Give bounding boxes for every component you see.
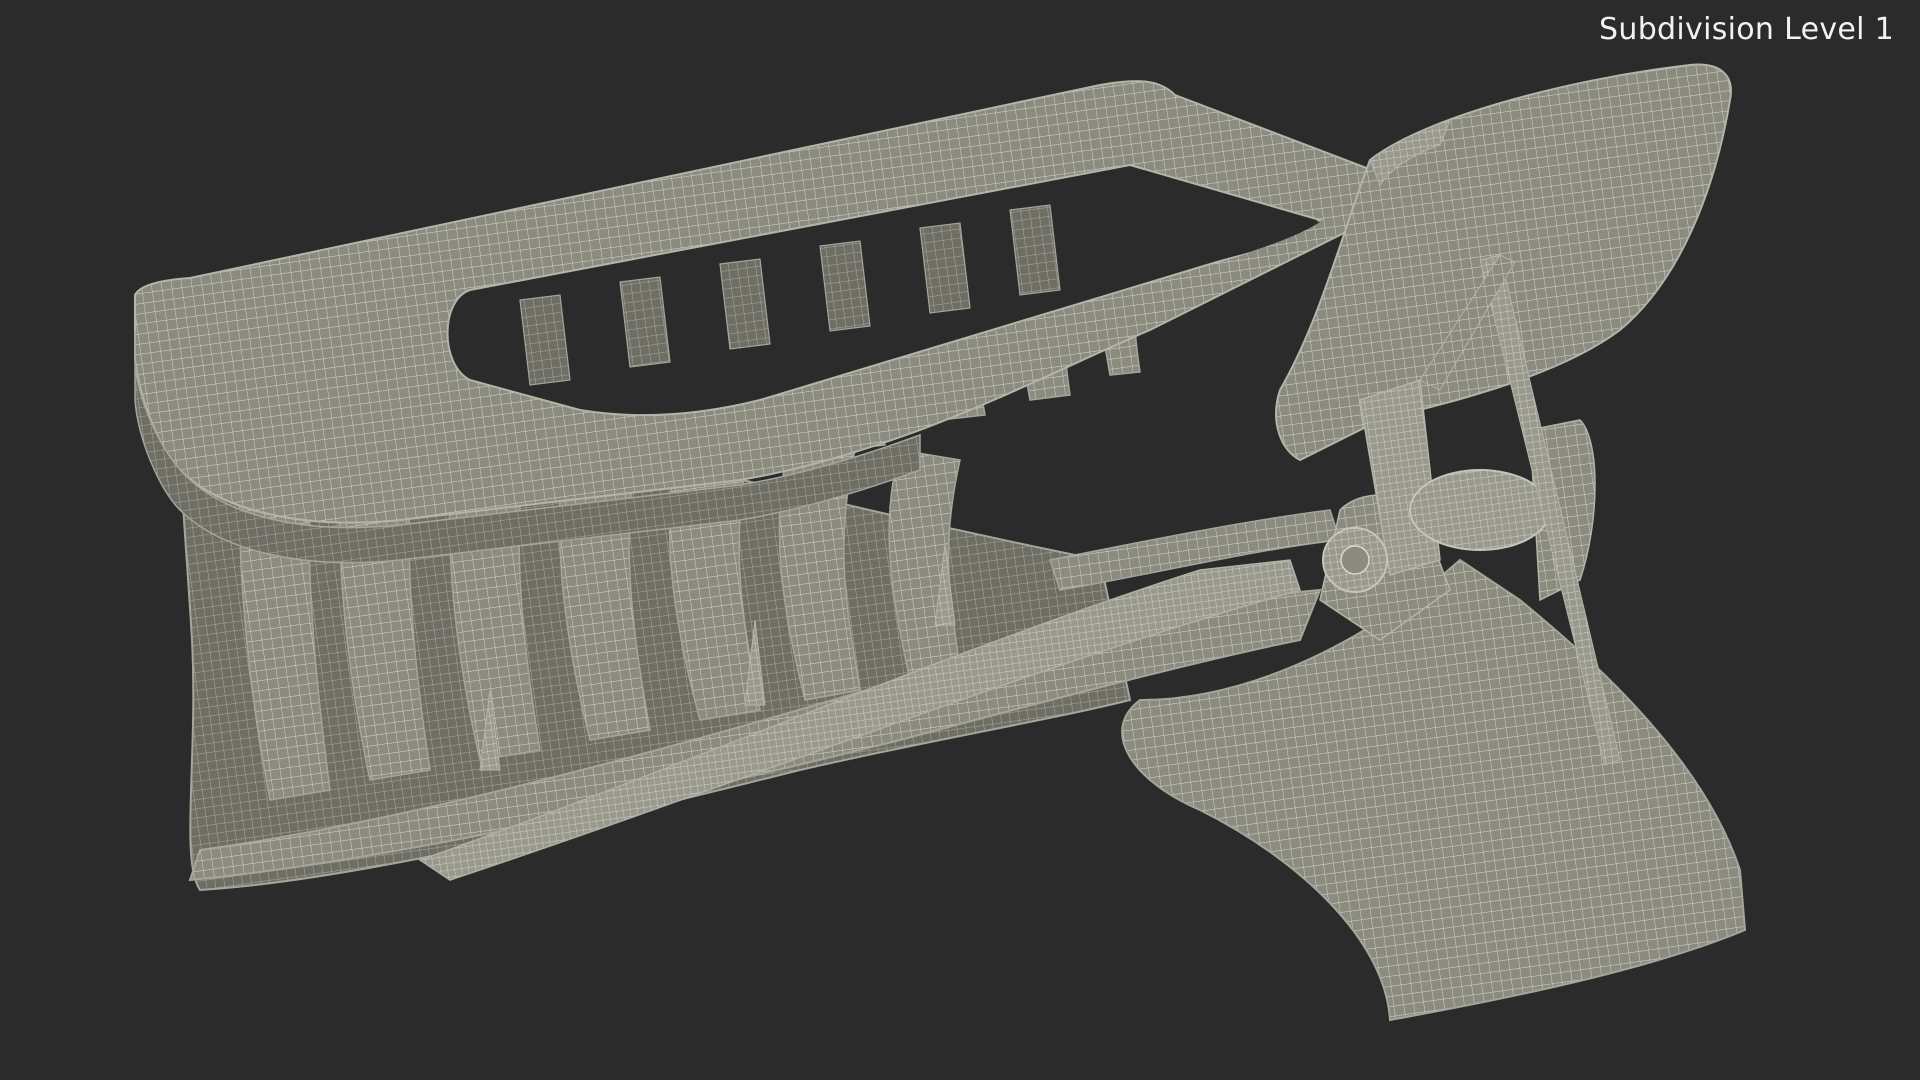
3d-viewport[interactable]: Subdivision Level 1	[0, 0, 1920, 1080]
hinge-pin	[1409, 469, 1551, 551]
wireframe-model[interactable]	[0, 0, 1920, 1080]
subdivision-level-label: Subdivision Level 1	[1599, 12, 1894, 47]
